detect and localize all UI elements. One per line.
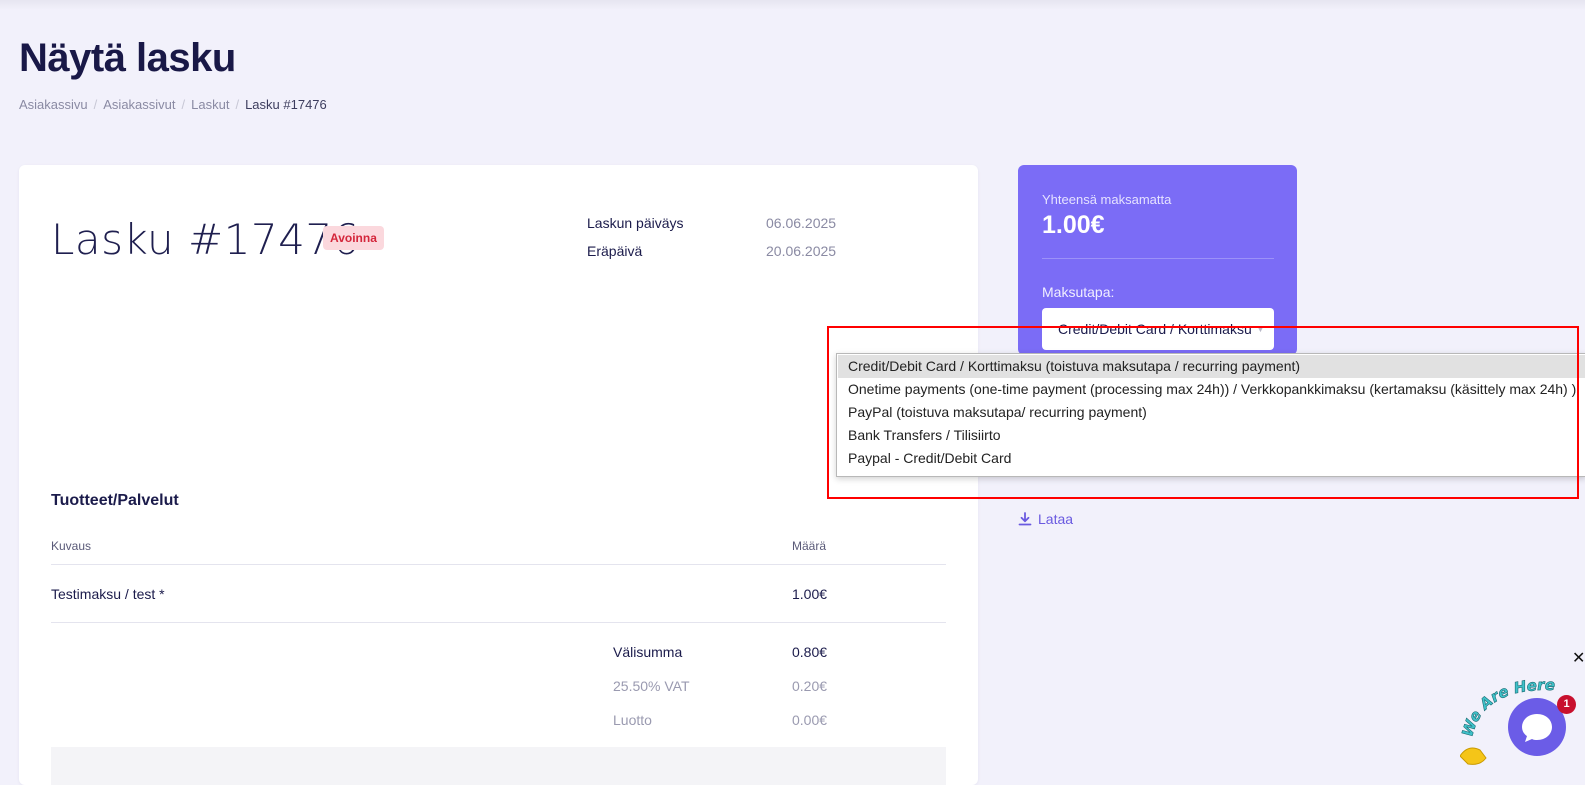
- items-section-title: Tuotteet/Palvelut: [51, 492, 179, 509]
- divider: [1042, 258, 1274, 259]
- payment-method-selected-value: Credit/Debit Card / Korttimaksu: [1058, 321, 1252, 337]
- breadcrumb-item-asiakassivut[interactable]: Asiakassivut: [103, 97, 175, 112]
- download-link[interactable]: Lataa: [1018, 511, 1073, 527]
- breadcrumb-item-current: Lasku #17476: [245, 97, 327, 112]
- download-label: Lataa: [1038, 511, 1074, 527]
- payment-option-label: PayPal (toistuva maksutapa/ recurring pa…: [848, 404, 1147, 420]
- invoice-date-row: Laskun päiväys 06.06.2025: [19, 215, 978, 235]
- item-amount: 1.00€: [792, 586, 828, 602]
- waving-hand-icon: [1460, 747, 1487, 765]
- invoice-date-label: Laskun päiväys: [587, 215, 684, 231]
- vat-label: 25.50% VAT: [613, 678, 690, 694]
- notification-badge: 1: [1557, 695, 1576, 714]
- payment-method-select[interactable]: Credit/Debit Card / Korttimaksu ▼: [1042, 308, 1274, 350]
- credit-value: 0.00€: [792, 712, 828, 728]
- unpaid-total-amount: 1.00€: [1042, 211, 1105, 239]
- download-icon: [1018, 512, 1032, 526]
- due-date-value: 20.06.2025: [766, 243, 837, 259]
- total-row: [51, 747, 946, 785]
- breadcrumb: Asiakassivu / Asiakassivut / Laskut / Lasku #1…: [19, 97, 327, 112]
- payment-option-onetime[interactable]: Onetime payments (one-time payment (proc…: [838, 378, 1585, 401]
- item-description: Testimaksu / test *: [51, 586, 165, 602]
- topbar-shadow: [0, 0, 1585, 10]
- payment-option-credit-card[interactable]: Credit/Debit Card / Korttimaksu (toistuv…: [838, 355, 1585, 378]
- breadcrumb-item-laskut[interactable]: Laskut: [191, 97, 229, 112]
- payment-method-label: Maksutapa:: [1042, 284, 1115, 300]
- breadcrumb-separator: /: [181, 97, 186, 112]
- due-date-label: Eräpäivä: [587, 243, 643, 259]
- payment-option-label: Credit/Debit Card / Korttimaksu (toistuv…: [848, 358, 1301, 374]
- page-title: Näytä lasku: [19, 36, 236, 80]
- payment-card: Yhteensä maksamatta 1.00€ Maksutapa: Cre…: [1018, 165, 1297, 355]
- payment-option-paypal-card[interactable]: Paypal - Credit/Debit Card: [838, 447, 1585, 470]
- divider: [51, 564, 946, 565]
- breadcrumb-separator: /: [93, 97, 98, 112]
- subtotal-value: 0.80€: [792, 644, 828, 660]
- close-icon[interactable]: ✕: [1572, 648, 1585, 668]
- chat-widget: ✕ We Are Here! 1: [1460, 648, 1585, 772]
- column-header-amount: Määrä: [792, 539, 827, 553]
- unpaid-total-label: Yhteensä maksamatta: [1042, 192, 1172, 207]
- invoice-card: Lasku #17476 Avoinna Laskun päiväys 06.0…: [19, 165, 978, 785]
- subtotal-label: Välisumma: [613, 644, 683, 660]
- payment-method-dropdown: Credit/Debit Card / Korttimaksu (toistuv…: [836, 353, 1585, 477]
- payment-option-label: Onetime payments (one-time payment (proc…: [848, 381, 1577, 397]
- breadcrumb-item-asiakassivu[interactable]: Asiakassivu: [19, 97, 88, 112]
- credit-label: Luotto: [613, 712, 652, 728]
- payment-option-label: Bank Transfers / Tilisiirto: [848, 427, 1001, 443]
- due-date-row: Eräpäivä 20.06.2025: [19, 243, 978, 263]
- divider: [51, 622, 946, 623]
- breadcrumb-separator: /: [235, 97, 240, 112]
- vat-value: 0.20€: [792, 678, 828, 694]
- payment-option-paypal[interactable]: PayPal (toistuva maksutapa/ recurring pa…: [838, 401, 1585, 424]
- column-header-description: Kuvaus: [51, 539, 92, 553]
- payment-option-bank-transfer[interactable]: Bank Transfers / Tilisiirto: [838, 424, 1585, 447]
- payment-option-label: Paypal - Credit/Debit Card: [848, 450, 1012, 466]
- invoice-date-value: 06.06.2025: [766, 215, 837, 231]
- chevron-down-icon: ▼: [1256, 324, 1265, 334]
